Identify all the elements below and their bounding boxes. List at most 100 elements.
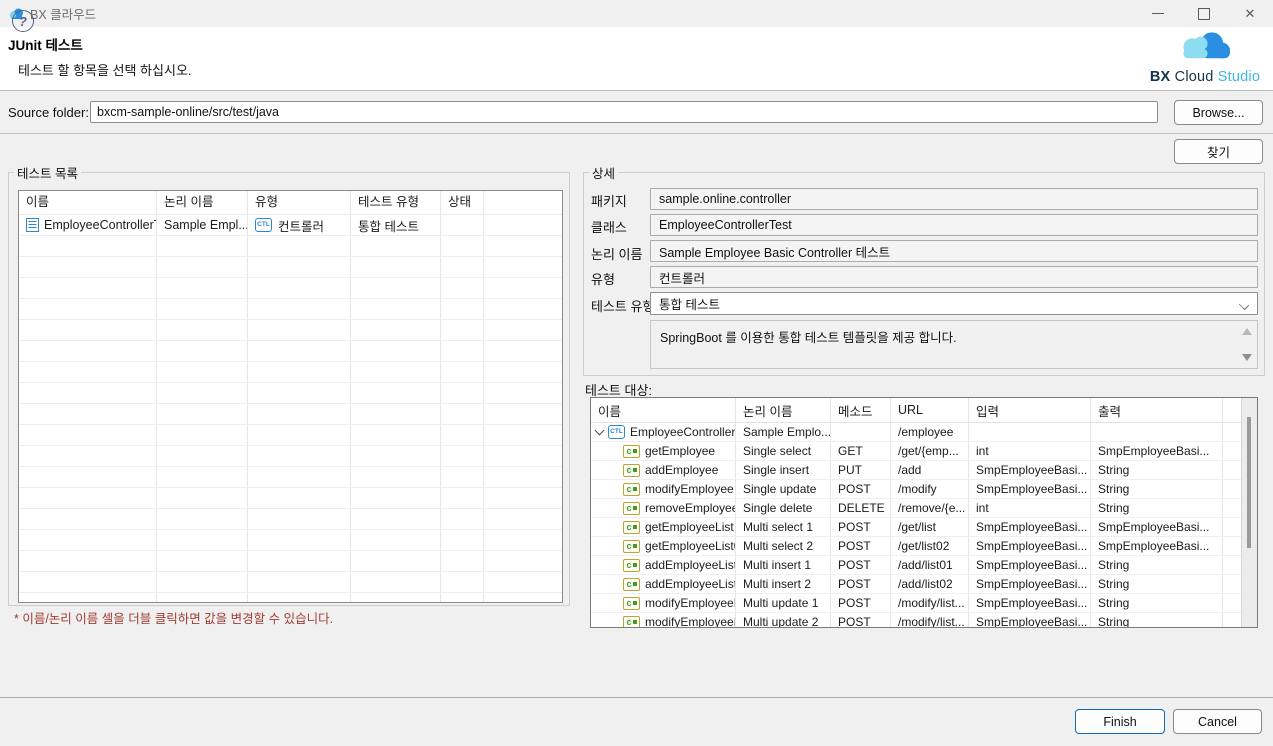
- empty-table-row[interactable]: [19, 467, 562, 488]
- output-cell[interactable]: [1091, 423, 1223, 441]
- type-field[interactable]: 컨트롤러: [650, 266, 1258, 288]
- url-cell[interactable]: /employee: [891, 423, 969, 441]
- output-cell[interactable]: SmpEmployeeBasi...: [1091, 518, 1223, 536]
- input-cell[interactable]: [969, 423, 1091, 441]
- column-header[interactable]: 상태: [441, 191, 484, 214]
- output-cell[interactable]: String: [1091, 556, 1223, 574]
- logical-name-cell[interactable]: Multi select 2: [736, 537, 831, 555]
- name-cell[interactable]: cmodifyEmployeeL: [591, 613, 736, 627]
- table-row[interactable]: cgetEmployeeList0Multi select 2POST/get/…: [591, 537, 1241, 556]
- table-row[interactable]: caddEmployeeList0Multi insert 1POST/add/…: [591, 556, 1241, 575]
- table-row[interactable]: cmodifyEmployeeSingle updatePOST/modifyS…: [591, 480, 1241, 499]
- table-row[interactable]: cmodifyEmployeeLMulti update 2POST/modif…: [591, 613, 1241, 627]
- logical-name-cell[interactable]: Single insert: [736, 461, 831, 479]
- method-cell[interactable]: POST: [831, 518, 891, 536]
- table-row[interactable]: cgetEmployeeSingle selectGET/get/{emp...…: [591, 442, 1241, 461]
- empty-table-row[interactable]: [19, 299, 562, 320]
- logical-name-cell[interactable]: Single select: [736, 442, 831, 460]
- output-cell[interactable]: String: [1091, 480, 1223, 498]
- column-header[interactable]: 테스트 유형: [351, 191, 441, 214]
- column-header[interactable]: 이름: [591, 398, 736, 422]
- method-cell[interactable]: POST: [831, 480, 891, 498]
- logical-name-cell[interactable]: Single update: [736, 480, 831, 498]
- method-cell[interactable]: POST: [831, 575, 891, 593]
- method-cell[interactable]: PUT: [831, 461, 891, 479]
- minimize-button[interactable]: [1135, 0, 1181, 27]
- table-row[interactable]: cremoveEmployeeSingle deleteDELETE/remov…: [591, 499, 1241, 518]
- output-cell[interactable]: String: [1091, 575, 1223, 593]
- column-header[interactable]: 유형: [248, 191, 351, 214]
- name-cell[interactable]: cmodifyEmployee: [591, 480, 736, 498]
- close-button[interactable]: ✕: [1227, 0, 1273, 27]
- input-cell[interactable]: SmpEmployeeBasi...: [969, 575, 1091, 593]
- output-cell[interactable]: String: [1091, 461, 1223, 479]
- cancel-button[interactable]: Cancel: [1173, 709, 1262, 734]
- output-cell[interactable]: SmpEmployeeBasi...: [1091, 537, 1223, 555]
- empty-table-row[interactable]: [19, 488, 562, 509]
- url-cell[interactable]: /add/list02: [891, 575, 969, 593]
- method-cell[interactable]: POST: [831, 537, 891, 555]
- package-field[interactable]: sample.online.controller: [650, 188, 1258, 210]
- url-cell[interactable]: /modify/list...: [891, 594, 969, 612]
- test-type-select[interactable]: 통합 테스트: [650, 292, 1258, 315]
- empty-table-row[interactable]: [19, 341, 562, 362]
- vertical-scrollbar[interactable]: [1241, 398, 1257, 627]
- empty-table-row[interactable]: [19, 320, 562, 341]
- empty-table-row[interactable]: [19, 257, 562, 278]
- table-row[interactable]: caddEmployeeSingle insertPUT/addSmpEmplo…: [591, 461, 1241, 480]
- logical-name-cell[interactable]: Sample Emplo...: [736, 423, 831, 441]
- output-cell[interactable]: String: [1091, 594, 1223, 612]
- input-cell[interactable]: SmpEmployeeBasi...: [969, 518, 1091, 536]
- column-header[interactable]: 논리 이름: [736, 398, 831, 422]
- logical-name-cell[interactable]: Multi update 2: [736, 613, 831, 627]
- name-cell[interactable]: cmodifyEmployeeL: [591, 594, 736, 612]
- browse-button[interactable]: Browse...: [1174, 100, 1263, 125]
- table-row[interactable]: cmodifyEmployeeLMulti update 1POST/modif…: [591, 594, 1241, 613]
- url-cell[interactable]: /get/list02: [891, 537, 969, 555]
- input-cell[interactable]: SmpEmployeeBasi...: [969, 461, 1091, 479]
- scroll-up-icon[interactable]: [1242, 328, 1252, 335]
- column-header[interactable]: 이름: [19, 191, 157, 214]
- scrollbar-thumb[interactable]: [1247, 417, 1251, 548]
- find-button[interactable]: 찾기: [1174, 139, 1263, 164]
- empty-table-row[interactable]: [19, 593, 562, 603]
- source-folder-input[interactable]: [90, 101, 1158, 123]
- tree-expand-icon[interactable]: [595, 426, 605, 436]
- input-cell[interactable]: int: [969, 499, 1091, 517]
- type-cell[interactable]: CTL컨트롤러: [248, 215, 351, 235]
- url-cell[interactable]: /get/{emp...: [891, 442, 969, 460]
- empty-table-row[interactable]: [19, 404, 562, 425]
- logical-name-cell[interactable]: Multi insert 2: [736, 575, 831, 593]
- empty-table-row[interactable]: [19, 425, 562, 446]
- name-cell[interactable]: CTLEmployeeController: [591, 423, 736, 441]
- name-cell[interactable]: cremoveEmployee: [591, 499, 736, 517]
- logical-name-cell[interactable]: Sample Empl...: [157, 215, 248, 235]
- empty-table-row[interactable]: [19, 278, 562, 299]
- empty-table-row[interactable]: [19, 530, 562, 551]
- url-cell[interactable]: /remove/{e...: [891, 499, 969, 517]
- input-cell[interactable]: SmpEmployeeBasi...: [969, 480, 1091, 498]
- column-header[interactable]: 논리 이름: [157, 191, 248, 214]
- column-header[interactable]: 입력: [969, 398, 1091, 422]
- logical-name-cell[interactable]: Single delete: [736, 499, 831, 517]
- column-header[interactable]: URL: [891, 398, 969, 422]
- output-cell[interactable]: String: [1091, 613, 1223, 627]
- method-cell[interactable]: [831, 423, 891, 441]
- finish-button[interactable]: Finish: [1075, 709, 1165, 734]
- url-cell[interactable]: /modify/list...: [891, 613, 969, 627]
- table-row[interactable]: cgetEmployeeListMulti select 1POST/get/l…: [591, 518, 1241, 537]
- name-cell[interactable]: caddEmployee: [591, 461, 736, 479]
- empty-table-row[interactable]: [19, 509, 562, 530]
- maximize-button[interactable]: [1181, 0, 1227, 27]
- empty-table-row[interactable]: [19, 362, 562, 383]
- table-row[interactable]: EmployeeControllerT...Sample Empl...CTL컨…: [19, 215, 562, 236]
- input-cell[interactable]: SmpEmployeeBasi...: [969, 594, 1091, 612]
- input-cell[interactable]: SmpEmployeeBasi...: [969, 537, 1091, 555]
- test-type-cell[interactable]: 통합 테스트: [351, 215, 441, 235]
- name-cell[interactable]: cgetEmployeeList0: [591, 537, 736, 555]
- column-header[interactable]: 출력: [1091, 398, 1223, 422]
- scroll-down-icon[interactable]: [1242, 354, 1252, 361]
- class-field[interactable]: EmployeeControllerTest: [650, 214, 1258, 236]
- status-cell[interactable]: [441, 215, 484, 235]
- input-cell[interactable]: SmpEmployeeBasi...: [969, 556, 1091, 574]
